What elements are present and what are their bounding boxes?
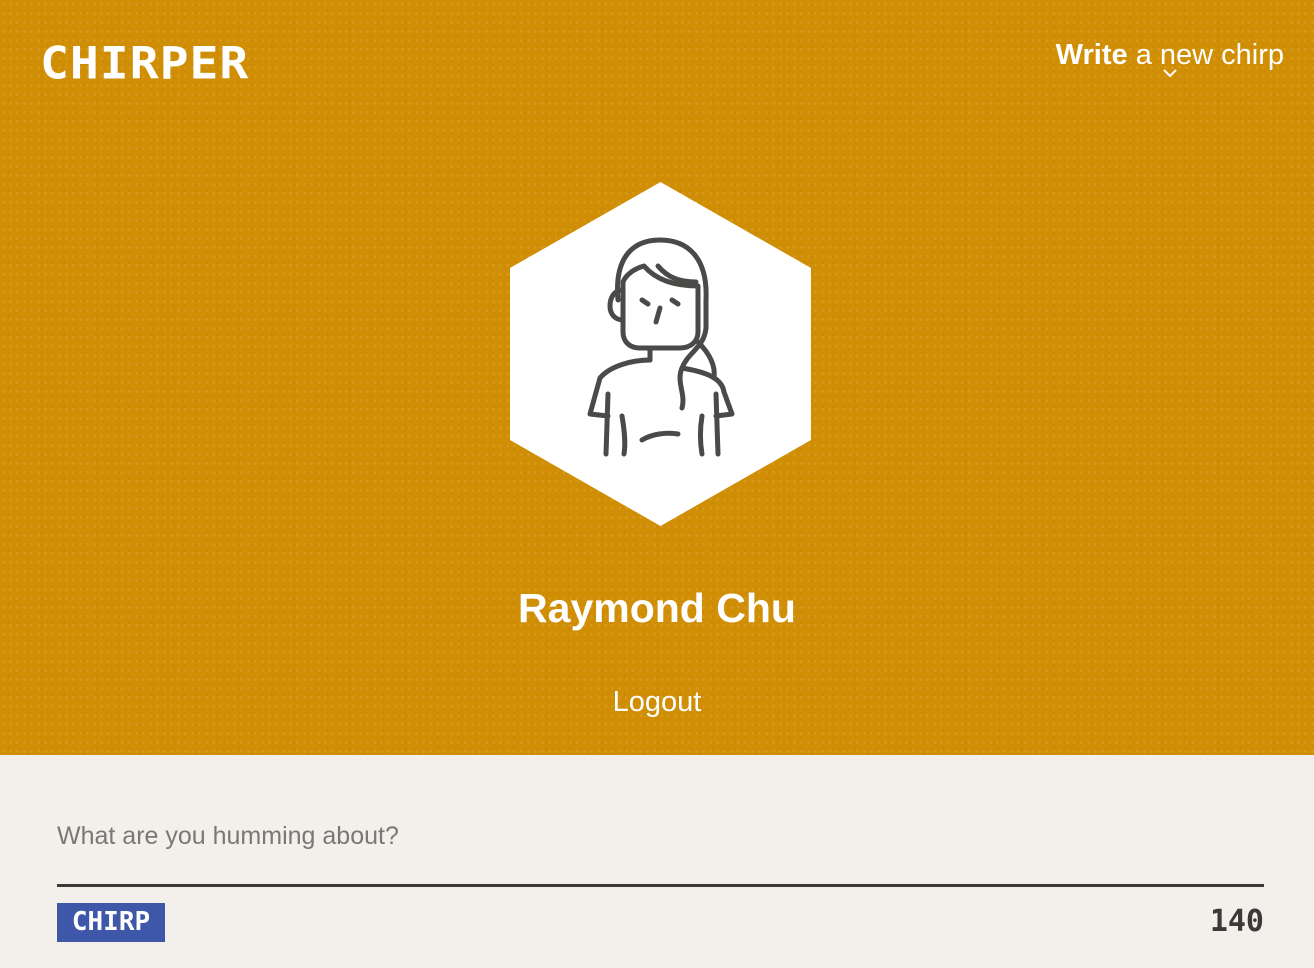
write-new-chirp-link[interactable]: Write a new chirp	[1056, 36, 1284, 80]
chirp-composer	[0, 755, 1314, 968]
write-link-text: Write a new chirp	[1056, 39, 1284, 71]
chirper-logo[interactable]: CHIRPER	[40, 36, 249, 91]
avatar-hexagon	[510, 182, 811, 526]
user-name: Raymond Chu	[518, 585, 796, 631]
write-link-bold: Write	[1055, 39, 1128, 71]
chirp-button[interactable]: CHIRP	[57, 903, 165, 942]
profile-hero: CHIRPER Write a new chirp Raymond Chu Lo…	[0, 0, 1314, 755]
chirp-input[interactable]	[57, 815, 1264, 887]
logout-link[interactable]: Logout	[0, 682, 1314, 722]
person-avatar-icon	[510, 182, 811, 526]
write-link-rest: a new chirp	[1127, 39, 1284, 71]
character-count: 140	[1209, 904, 1264, 939]
